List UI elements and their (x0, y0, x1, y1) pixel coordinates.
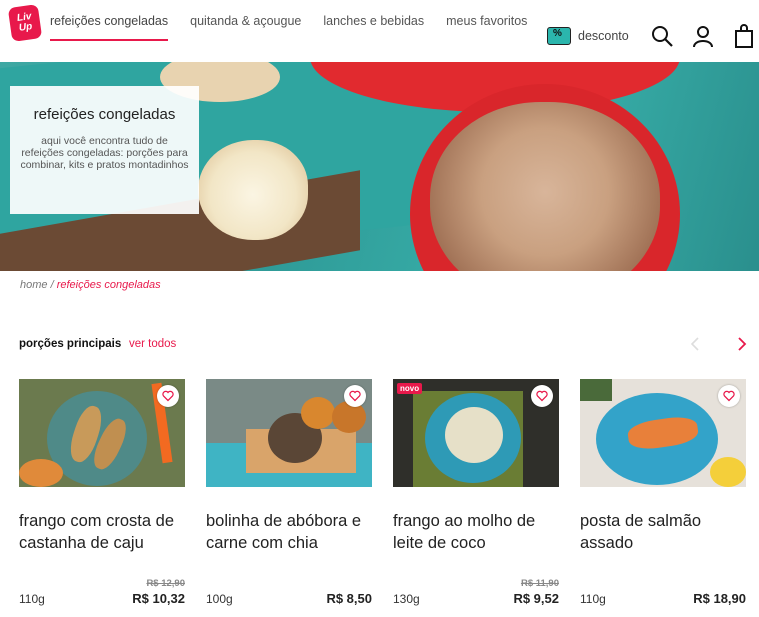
liv-up-logo[interactable]: Liv Up (7, 4, 43, 42)
product-old-price: R$ 11,90 (520, 578, 559, 589)
favorite-button[interactable] (157, 385, 179, 407)
product-image[interactable] (580, 379, 746, 487)
product-price: R$ 8,50 (326, 591, 372, 606)
onion-half-image (198, 140, 308, 240)
heart-icon (723, 390, 735, 402)
see-all-link[interactable]: ver todos (129, 338, 176, 350)
product-image[interactable] (206, 379, 372, 487)
category-title: refeições congeladas (33, 106, 176, 123)
product-price: R$ 18,90 (693, 591, 746, 606)
nav-frozen-meals[interactable]: refeições congeladas (50, 14, 169, 41)
carousel-next-icon[interactable] (735, 336, 749, 352)
product-name[interactable]: bolinha de abóbora e carne com chia (206, 510, 376, 554)
discount-tag-icon (547, 27, 571, 45)
product-weight: 110g (580, 592, 606, 606)
search-icon[interactable] (650, 24, 674, 48)
new-badge: novo (397, 383, 423, 394)
product-image[interactable]: novo (393, 379, 559, 487)
product-weight: 100g (206, 592, 233, 606)
nav-snacks-drinks[interactable]: lanches e bebidas (323, 14, 424, 41)
shopping-bag-icon[interactable] (732, 24, 756, 48)
product-name[interactable]: frango ao molho de leite de coco (393, 510, 563, 554)
site-header: Liv Up refeições congeladas quitanda & a… (0, 0, 759, 62)
carousel-prev-icon[interactable] (688, 336, 702, 352)
heart-icon (349, 390, 361, 402)
product-card[interactable]: frango com crosta de castanha de caju R$… (19, 379, 185, 609)
heart-icon (536, 390, 548, 402)
category-info-card: refeições congeladas aqui você encontra … (10, 86, 199, 214)
discount-link[interactable]: desconto (547, 27, 629, 45)
favorite-button[interactable] (531, 385, 553, 407)
product-price: R$ 9,52 (513, 591, 559, 606)
product-card[interactable]: novo frango ao molho de leite de coco R$… (393, 379, 559, 609)
product-name[interactable]: posta de salmão assado (580, 510, 750, 554)
nav-grocery-butcher[interactable]: quitanda & açougue (190, 14, 301, 41)
product-old-price: R$ 12,90 (146, 578, 185, 589)
nav-favorites[interactable]: meus favoritos (446, 14, 527, 41)
main-nav: refeições congeladas quitanda & açougue … (50, 14, 549, 41)
product-weight: 130g (393, 592, 420, 606)
breadcrumb-current: refeições congeladas (56, 279, 161, 291)
product-name[interactable]: frango com crosta de castanha de caju (19, 510, 189, 554)
favorite-button[interactable] (344, 385, 366, 407)
product-price: R$ 10,32 (132, 591, 185, 606)
discount-label: desconto (578, 29, 629, 43)
breadcrumb-home[interactable]: home (20, 279, 48, 291)
product-weight: 110g (19, 592, 45, 606)
heart-icon (162, 390, 174, 402)
product-card[interactable]: posta de salmão assado 110g R$ 18,90 (580, 379, 746, 609)
product-card[interactable]: bolinha de abóbora e carne com chia 100g… (206, 379, 372, 609)
product-image[interactable] (19, 379, 185, 487)
breadcrumb: home / refeições congeladas (20, 279, 161, 291)
favorite-button[interactable] (718, 385, 740, 407)
category-description: aqui você encontra tudo de refeições con… (20, 135, 189, 171)
breadcrumb-separator: / (47, 279, 57, 291)
user-icon[interactable] (691, 24, 715, 48)
category-banner: refeições congeladas aqui você encontra … (0, 62, 759, 271)
section-title: porções principais (19, 338, 122, 350)
